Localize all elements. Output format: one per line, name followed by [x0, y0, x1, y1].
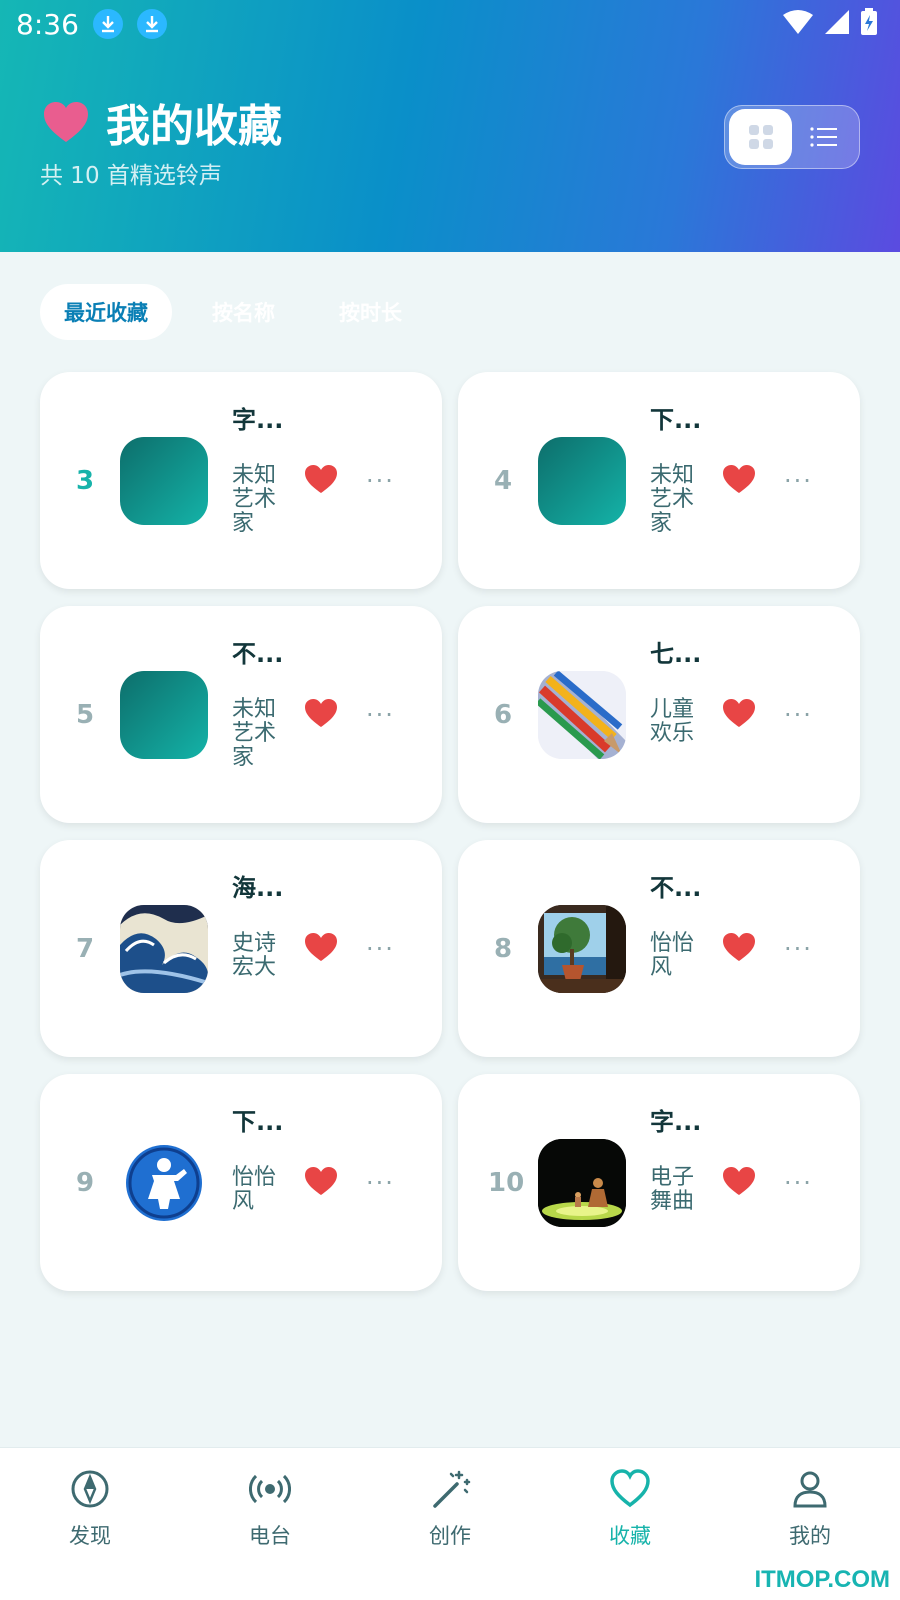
favorite-heart-icon[interactable]: [304, 698, 338, 728]
signal-icon: [825, 10, 849, 34]
nav-label: 发现: [69, 1524, 111, 1548]
grid-icon: [748, 125, 773, 149]
view-toggle: [724, 105, 860, 169]
more-options-icon[interactable]: ···: [366, 1169, 395, 1197]
more-options-icon[interactable]: ···: [784, 935, 813, 963]
watermark: ITMOP.COM: [754, 1566, 890, 1593]
more-options-icon[interactable]: ···: [784, 1169, 813, 1197]
song-thumbnail: [538, 437, 626, 525]
song-rank: 3: [75, 466, 95, 496]
song-rank: 8: [493, 934, 513, 964]
song-title: 海...: [232, 874, 284, 902]
nav-label: 收藏: [609, 1524, 651, 1548]
song-rank: 9: [75, 1168, 95, 1198]
song-title: 下...: [232, 1108, 284, 1136]
more-options-icon[interactable]: ···: [366, 701, 395, 729]
more-options-icon[interactable]: ···: [784, 701, 813, 729]
radio-icon: [249, 1474, 291, 1504]
song-rank: 4: [493, 466, 513, 496]
nav-label: 电台: [249, 1524, 291, 1548]
nav-label: 我的: [789, 1524, 831, 1548]
song-artist: 怡怡风: [650, 931, 695, 980]
page-subtitle: 共 10 首精选铃声: [40, 163, 222, 189]
song-artist: 怡怡风: [232, 1165, 277, 1214]
heart-icon: [44, 102, 88, 142]
song-rank: 7: [75, 934, 95, 964]
more-options-icon[interactable]: ···: [366, 467, 395, 495]
song-card[interactable]: 5 不... 未知艺术家 ···: [40, 606, 442, 823]
song-rank: 10: [488, 1168, 525, 1198]
song-thumbnail: [120, 905, 208, 993]
more-options-icon[interactable]: ···: [784, 467, 813, 495]
song-thumbnail: [120, 671, 208, 759]
page-title: 我的收藏: [106, 101, 282, 152]
song-title: 不...: [232, 640, 284, 668]
song-artist: 未知艺术家: [650, 463, 695, 536]
song-title: 字...: [232, 406, 284, 434]
list-view-button[interactable]: [792, 109, 855, 165]
favorite-heart-icon[interactable]: [304, 464, 338, 494]
song-card[interactable]: 7 海... 史诗宏大 ···: [40, 840, 442, 1057]
nav-label: 创作: [429, 1524, 471, 1548]
favorite-heart-icon[interactable]: [304, 1166, 338, 1196]
favorite-heart-icon[interactable]: [722, 698, 756, 728]
nav-create[interactable]: 创作: [360, 1448, 540, 1600]
battery-icon: [861, 8, 877, 35]
favorite-heart-icon[interactable]: [722, 464, 756, 494]
grid-view-button[interactable]: [729, 109, 792, 165]
sort-tabs: 最近收藏 按名称 按时长: [40, 284, 426, 340]
song-rank: 5: [75, 700, 95, 730]
status-time: 8:36: [16, 7, 79, 41]
song-rank: 6: [493, 700, 513, 730]
favorite-heart-icon[interactable]: [304, 932, 338, 962]
download-icon: [92, 9, 123, 39]
tab-by-name[interactable]: 按名称: [188, 284, 299, 340]
list-icon: [809, 127, 837, 147]
tab-recent[interactable]: 最近收藏: [40, 284, 172, 340]
song-card[interactable]: 3 字... 未知艺术家 ···: [40, 372, 442, 589]
user-icon: [793, 1471, 827, 1508]
song-card[interactable]: 10 字... 电子舞曲 ···: [458, 1074, 860, 1291]
download-icon: [136, 9, 167, 39]
more-options-icon[interactable]: ···: [366, 935, 395, 963]
status-bar: 8:36: [0, 0, 900, 48]
favorite-heart-icon[interactable]: [722, 932, 756, 962]
favorites-grid: 3 字... 未知艺术家 ··· 4 下... 未知艺术家 ··· 5 不...…: [40, 372, 860, 1291]
song-card[interactable]: 4 下... 未知艺术家 ···: [458, 372, 860, 589]
header: 8:36 我的收藏 共 10 首精选铃声: [0, 0, 900, 252]
nav-discover[interactable]: 发现: [0, 1448, 180, 1600]
song-artist: 电子舞曲: [650, 1165, 695, 1214]
heart-icon: [610, 1469, 650, 1508]
wifi-icon: [783, 10, 813, 34]
song-artist: 史诗宏大: [232, 931, 277, 980]
song-artist: 未知艺术家: [232, 463, 277, 536]
favorite-heart-icon[interactable]: [722, 1166, 756, 1196]
song-title: 七...: [650, 640, 702, 668]
song-thumbnail: [120, 1139, 208, 1227]
song-card[interactable]: 9 下... 怡怡风 ···: [40, 1074, 442, 1291]
song-thumbnail: [538, 905, 626, 993]
song-thumbnail: [120, 437, 208, 525]
song-artist: 儿童欢乐: [650, 697, 695, 746]
song-thumbnail: [538, 1139, 626, 1227]
magic-wand-icon: [433, 1470, 471, 1508]
song-title: 下...: [650, 406, 702, 434]
nav-radio[interactable]: 电台: [180, 1448, 360, 1600]
song-thumbnail: [538, 671, 626, 759]
song-card[interactable]: 6 七... 儿童欢乐 ···: [458, 606, 860, 823]
song-artist: 未知艺术家: [232, 697, 277, 770]
song-title: 不...: [650, 874, 702, 902]
tab-by-duration[interactable]: 按时长: [315, 284, 426, 340]
nav-favorites[interactable]: 收藏: [540, 1448, 720, 1600]
song-title: 字...: [650, 1108, 702, 1136]
song-card[interactable]: 8 不... 怡怡风 ···: [458, 840, 860, 1057]
compass-icon: [71, 1470, 109, 1508]
